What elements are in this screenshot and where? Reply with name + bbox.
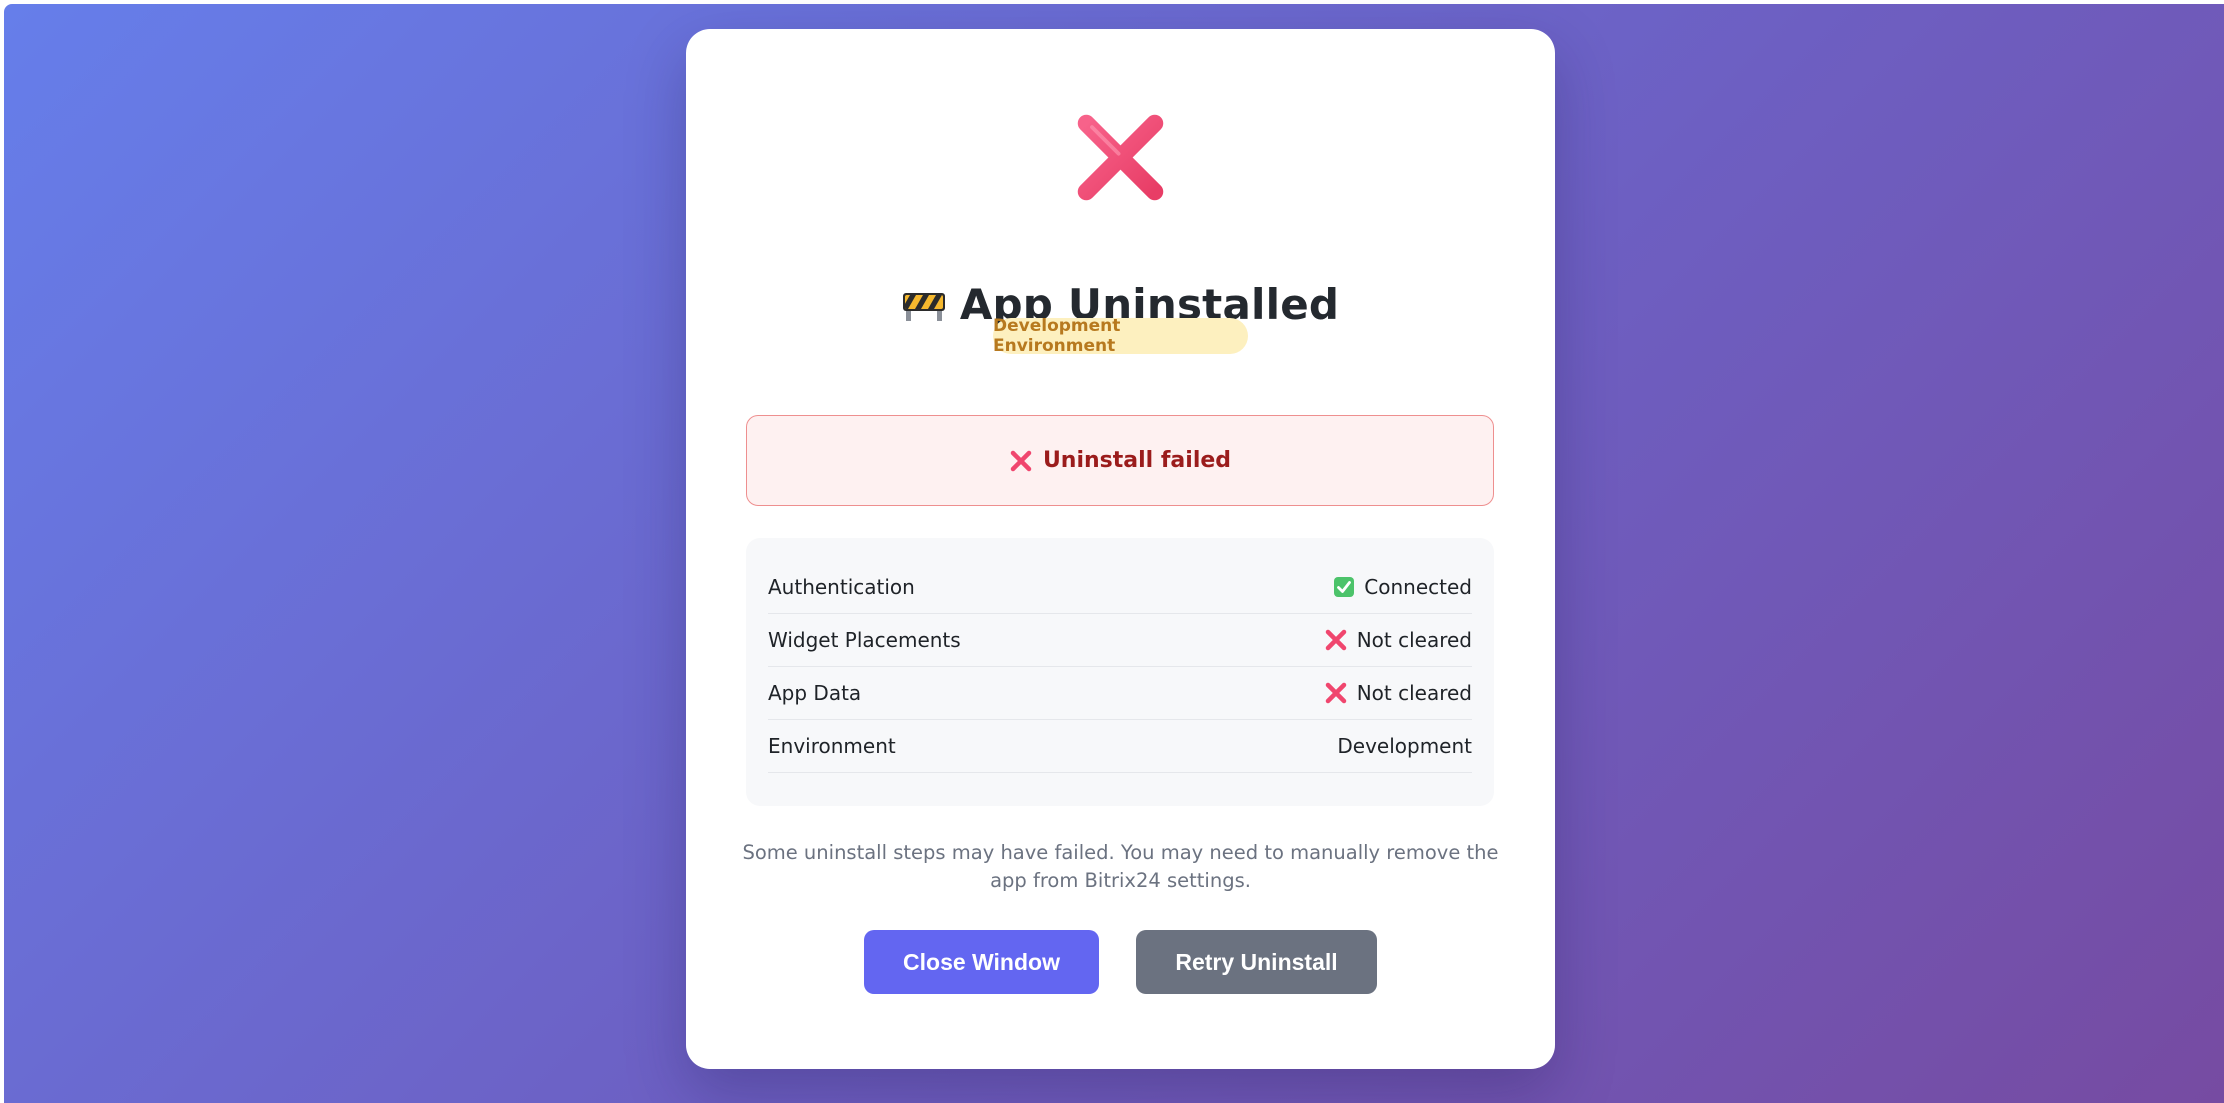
detail-row-authentication: Authentication Connected [768, 561, 1472, 614]
page: App Uninstalled Development Environment … [0, 0, 2224, 1103]
detail-value: Connected [1364, 575, 1472, 599]
detail-value: Not cleared [1356, 628, 1472, 652]
environment-badge: Development Environment [993, 316, 1248, 356]
close-window-button[interactable]: Close Window [864, 930, 1099, 994]
detail-row-widget-placements: Widget Placements Not cleared [768, 614, 1472, 667]
cross-mark-icon [1325, 629, 1346, 651]
detail-value: Development [1337, 734, 1472, 758]
uninstall-card: App Uninstalled Development Environment … [686, 29, 1555, 1069]
cross-mark-icon [1077, 114, 1164, 201]
detail-label: App Data [768, 681, 862, 705]
detail-label: Widget Placements [768, 628, 961, 652]
detail-label: Environment [768, 734, 896, 758]
detail-label: Authentication [768, 575, 915, 599]
cross-mark-icon [1010, 450, 1032, 471]
help-note: Some uninstall steps may have failed. Yo… [742, 841, 1499, 892]
status-details-panel: Authentication Connected Widget Placemen… [746, 538, 1494, 806]
check-box-icon [1334, 577, 1355, 597]
retry-uninstall-button[interactable]: Retry Uninstall [1136, 930, 1377, 994]
cross-mark-icon [1325, 682, 1346, 704]
construction-barrier-icon [902, 293, 945, 321]
detail-row-environment: Environment Development [768, 720, 1472, 773]
detail-row-app-data: App Data Not cleared [768, 667, 1472, 720]
detail-value: Not cleared [1356, 681, 1472, 705]
error-alert: Uninstall failed [746, 415, 1494, 506]
error-message: Uninstall failed [1042, 448, 1232, 473]
